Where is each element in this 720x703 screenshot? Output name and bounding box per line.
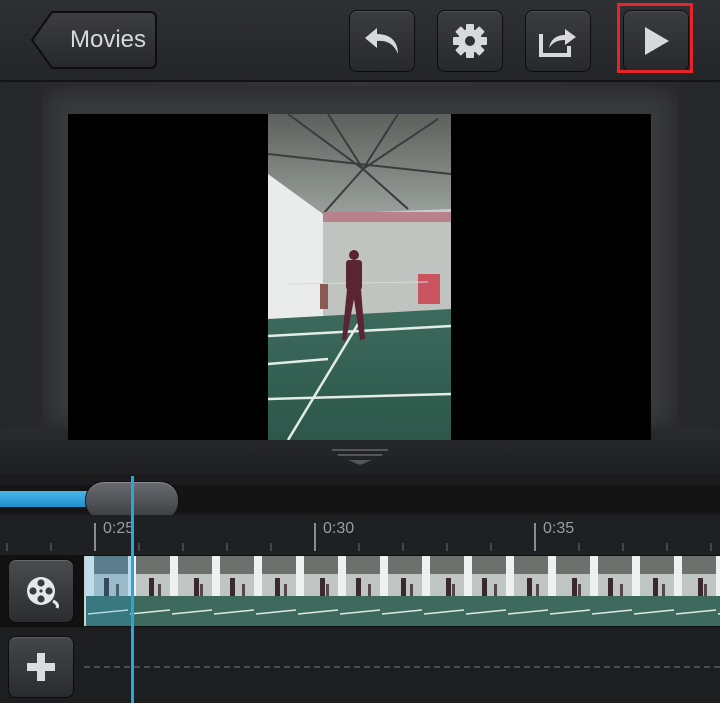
clip-thumbnail-frame	[338, 556, 381, 626]
ruler-label: 0:25	[103, 520, 135, 537]
share-button[interactable]	[525, 10, 591, 72]
clip-thumbnail-frame	[422, 556, 465, 626]
film-reel-icon	[27, 577, 59, 609]
share-icon	[539, 29, 576, 57]
undo-icon	[365, 28, 398, 54]
video-frame	[267, 113, 452, 441]
clip-thumbnail-frame	[548, 556, 591, 626]
video-preview[interactable]	[68, 113, 651, 441]
audio-track-placeholder	[84, 666, 720, 668]
clip-thumbnail-frame	[128, 556, 171, 626]
clip-thumbnail-frame	[674, 556, 717, 626]
clip-thumbnail-frame	[464, 556, 507, 626]
clip-thumbnail-frame	[716, 556, 720, 626]
drawer-grip-icon[interactable]	[330, 448, 390, 466]
plus-icon	[27, 653, 55, 681]
clip-thumbnail-frame	[212, 556, 255, 626]
gear-icon	[453, 24, 487, 58]
back-button-label: Movies	[69, 26, 147, 53]
video-clip-thumbnails[interactable]	[84, 556, 720, 626]
play-button-highlight	[617, 3, 693, 73]
selected-range-overlay	[86, 556, 134, 626]
clip-thumbnail-frame	[590, 556, 633, 626]
settings-button[interactable]	[437, 10, 503, 72]
playhead[interactable]	[131, 476, 134, 703]
clip-thumbnail-frame	[506, 556, 549, 626]
video-clip-button[interactable]	[8, 559, 74, 623]
undo-button[interactable]	[349, 10, 415, 72]
back-to-movies-button[interactable]: Movies	[30, 10, 158, 70]
clip-thumbnail-frame	[254, 556, 297, 626]
clip-thumbnail-frame	[632, 556, 675, 626]
ruler-label: 0:30	[323, 520, 355, 537]
ruler-label: 0:35	[543, 520, 575, 537]
clip-thumbnail-frame	[170, 556, 213, 626]
clip-thumbnail-frame	[380, 556, 423, 626]
add-media-button[interactable]	[8, 636, 74, 698]
clip-thumbnail-frame	[296, 556, 339, 626]
